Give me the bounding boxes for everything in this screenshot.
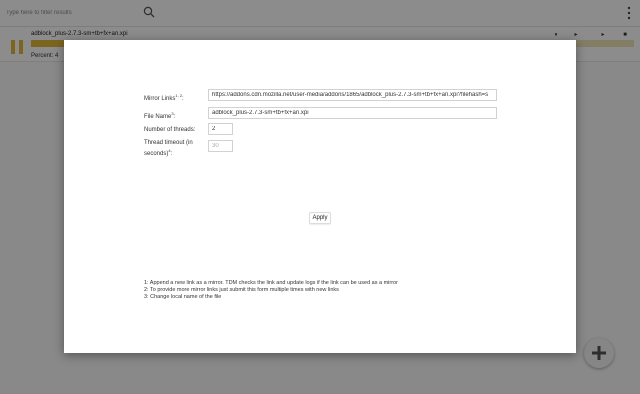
footnote-1: 1: Append a new link as a mirror. TDM ch…	[144, 280, 398, 286]
footnotes: 1: Append a new link as a mirror. TDM ch…	[144, 280, 564, 301]
threads-label: Number of threads:	[144, 127, 196, 133]
thread-timeout-input[interactable]	[208, 140, 233, 152]
file-name-input[interactable]	[208, 107, 497, 119]
mirror-links-input[interactable]	[208, 89, 497, 101]
thread-timeout-footnote: 4	[168, 148, 171, 153]
mirror-links-footnote: 1, 2	[175, 93, 183, 98]
download-manager-app: adblock_plus-2.7.3-sm+tb+fx+an.xpi Perce…	[0, 0, 640, 394]
footnote-2: 2: To provide more mirror links just sub…	[144, 287, 339, 293]
thread-timeout-label: Thread timeout (in seconds)4:	[144, 140, 193, 157]
mirror-links-label: Mirror Links1, 2:	[144, 93, 184, 102]
file-name-footnote: 3	[171, 111, 174, 116]
edit-download-dialog: Mirror Links1, 2: File Name3: Number of …	[64, 40, 576, 353]
threads-input[interactable]	[208, 123, 233, 135]
footnote-3: 3: Change local name of the file	[144, 294, 222, 300]
file-name-label: File Name3:	[144, 111, 176, 120]
apply-button[interactable]: Apply	[309, 212, 331, 224]
